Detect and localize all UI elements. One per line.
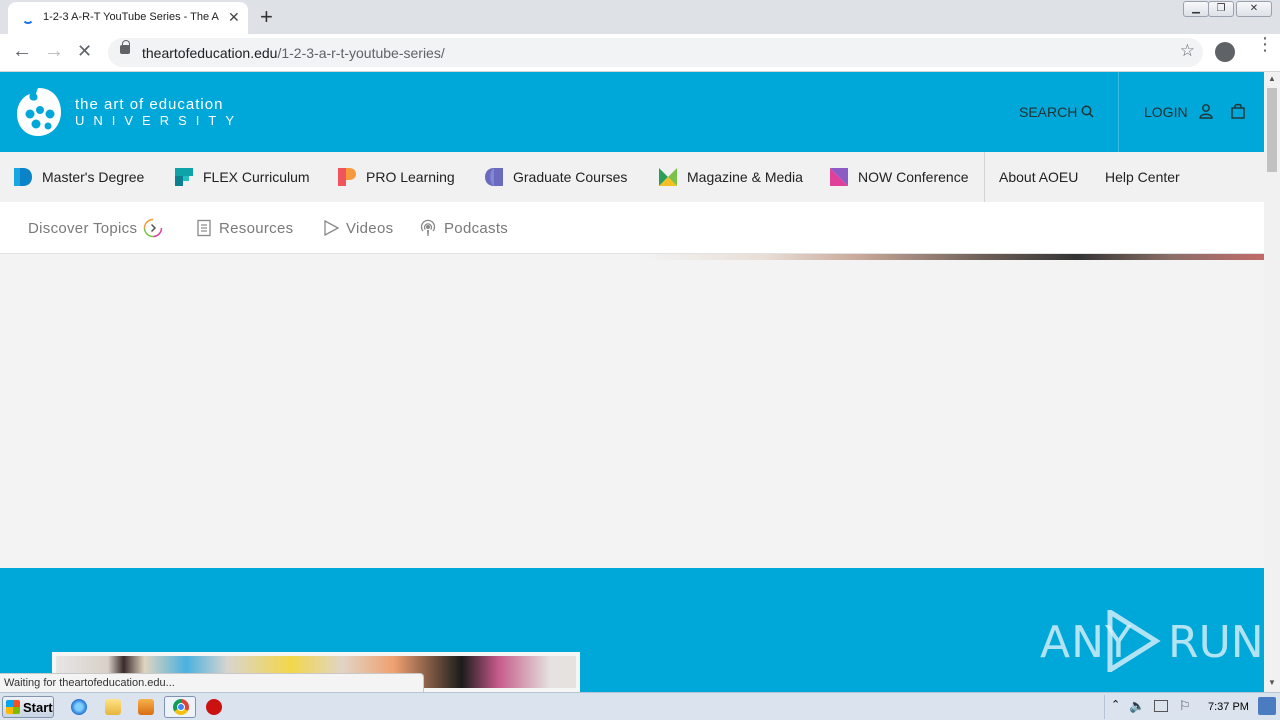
- profile-avatar-icon[interactable]: [1215, 42, 1235, 62]
- main-navigation: Master's Degree FLEX Curriculum PRO Lear…: [0, 152, 1264, 202]
- bookmark-star-icon[interactable]: ☆: [1180, 41, 1195, 61]
- show-desktop-button[interactable]: [1258, 697, 1276, 715]
- browser-tab-strip: 1-2-3 A-R-T YouTube Series - The A ✕ + ▁…: [0, 0, 1280, 34]
- subnav-discover-topics[interactable]: Discover Topics: [28, 202, 163, 254]
- subnav-videos[interactable]: Videos: [322, 202, 393, 254]
- browser-tab[interactable]: 1-2-3 A-R-T YouTube Series - The A ✕: [8, 2, 248, 34]
- scroll-thumb[interactable]: [1267, 88, 1277, 172]
- masters-degree-icon: [14, 168, 32, 186]
- minimize-button[interactable]: ▁: [1183, 1, 1209, 17]
- header-divider: [1118, 72, 1119, 152]
- nav-label: Magazine & Media: [687, 169, 803, 185]
- nav-magazine-media[interactable]: Magazine & Media: [658, 152, 803, 202]
- network-icon[interactable]: [1154, 700, 1168, 712]
- url-domain: theartofeducation.edu: [142, 45, 278, 61]
- scroll-up-arrow-icon[interactable]: ▲: [1268, 74, 1276, 83]
- subnav-label: Resources: [219, 219, 294, 237]
- watermark-text-left: ANY: [1040, 617, 1133, 668]
- tab-title: 1-2-3 A-R-T YouTube Series - The A: [43, 11, 219, 23]
- lock-icon: [120, 40, 130, 54]
- subnav-label: Discover Topics: [28, 219, 138, 237]
- tray-expand-icon[interactable]: ⌃: [1111, 698, 1120, 711]
- url-text[interactable]: theartofeducation.edu/1-2-3-a-r-t-youtub…: [142, 45, 445, 61]
- opera-icon[interactable]: [206, 699, 222, 715]
- browser-menu-icon[interactable]: ⋮: [1256, 35, 1274, 53]
- nav-label: About AOEU: [999, 169, 1079, 185]
- flag-icon[interactable]: ⚐: [1179, 698, 1191, 714]
- site-header: the art of education UNIVERSITY SEARCH L…: [0, 72, 1264, 152]
- nav-label: NOW Conference: [858, 169, 969, 185]
- document-icon: [197, 219, 211, 237]
- chrome-icon: [173, 699, 189, 715]
- nav-masters-degree[interactable]: Master's Degree: [13, 152, 144, 202]
- magazine-media-icon: [659, 168, 677, 186]
- windows-taskbar: Start ⌃ 🔈 ⚐ 7:37 PM: [0, 692, 1280, 720]
- login-link[interactable]: LOGIN: [1144, 104, 1188, 120]
- graduate-courses-icon: [485, 168, 503, 186]
- restore-button[interactable]: ❐: [1208, 1, 1234, 17]
- start-button[interactable]: Start: [2, 696, 54, 718]
- back-arrow-icon[interactable]: ←: [12, 40, 32, 63]
- forward-arrow-icon[interactable]: →: [44, 40, 64, 63]
- nav-help-center[interactable]: Help Center: [1105, 152, 1180, 202]
- scroll-down-arrow-icon[interactable]: ▼: [1268, 678, 1276, 687]
- logo-text-line1[interactable]: the art of education: [75, 96, 223, 113]
- chevron-right-circle-icon: [144, 218, 163, 238]
- loading-spinner-icon: [22, 12, 34, 24]
- tab-close-icon[interactable]: ✕: [228, 9, 240, 26]
- file-explorer-icon[interactable]: [105, 699, 121, 715]
- play-icon: [324, 219, 340, 237]
- close-window-button[interactable]: ✕: [1236, 1, 1272, 17]
- volume-icon[interactable]: 🔈: [1129, 698, 1145, 714]
- stop-loading-icon[interactable]: ✕: [77, 41, 92, 62]
- watermark-text-right: RUN: [1168, 617, 1264, 668]
- windows-logo-icon: [6, 700, 20, 714]
- nav-label: Master's Degree: [42, 169, 145, 185]
- logo-text-line2[interactable]: UNIVERSITY: [75, 113, 243, 128]
- url-path: /1-2-3-a-r-t-youtube-series/: [277, 45, 445, 61]
- nav-divider: [984, 152, 985, 202]
- subnav-podcasts[interactable]: Podcasts: [418, 202, 508, 254]
- nav-label: FLEX Curriculum: [203, 169, 310, 185]
- nav-now-conference[interactable]: NOW Conference: [829, 152, 968, 202]
- start-label: Start: [23, 699, 53, 715]
- nav-label: Help Center: [1105, 169, 1180, 185]
- browser-toolbar: ← → ✕ theartofeducation.edu/1-2-3-a-r-t-…: [0, 34, 1280, 72]
- address-bar[interactable]: theartofeducation.edu/1-2-3-a-r-t-youtub…: [108, 38, 1203, 67]
- subnav-label: Podcasts: [444, 219, 509, 237]
- nav-label: PRO Learning: [366, 169, 455, 185]
- media-player-icon[interactable]: [138, 699, 154, 715]
- search-icon: [1081, 105, 1094, 118]
- clock[interactable]: 7:37 PM: [1208, 701, 1249, 713]
- shopping-bag-icon[interactable]: [1231, 103, 1245, 119]
- nav-graduate-courses[interactable]: Graduate Courses: [484, 152, 627, 202]
- hero-area: [0, 260, 1264, 568]
- new-tab-button[interactable]: +: [260, 4, 273, 30]
- nav-label: Graduate Courses: [513, 169, 628, 185]
- nav-flex-curriculum[interactable]: FLEX Curriculum: [174, 152, 310, 202]
- now-conference-icon: [830, 168, 848, 186]
- pro-learning-icon: [338, 168, 356, 186]
- subnav-resources[interactable]: Resources: [195, 202, 293, 254]
- page-scrollbar[interactable]: ▲ ▼: [1264, 72, 1280, 692]
- internet-explorer-icon[interactable]: [71, 699, 87, 715]
- nav-pro-learning[interactable]: PRO Learning: [337, 152, 455, 202]
- flex-curriculum-icon: [175, 168, 193, 186]
- user-icon[interactable]: [1199, 103, 1213, 119]
- search-link[interactable]: SEARCH: [1019, 104, 1094, 120]
- search-label: SEARCH: [1019, 104, 1078, 120]
- sub-navigation: Discover Topics Resources Videos Podcast…: [0, 202, 1264, 254]
- status-bubble: Waiting for theartofeducation.edu...: [0, 673, 424, 692]
- nav-about-aoeu[interactable]: About AOEU: [999, 152, 1078, 202]
- chrome-taskbar-button[interactable]: [164, 696, 196, 718]
- palette-logo-icon[interactable]: [16, 86, 62, 138]
- subnav-label: Videos: [346, 219, 394, 237]
- podcast-icon: [420, 219, 436, 236]
